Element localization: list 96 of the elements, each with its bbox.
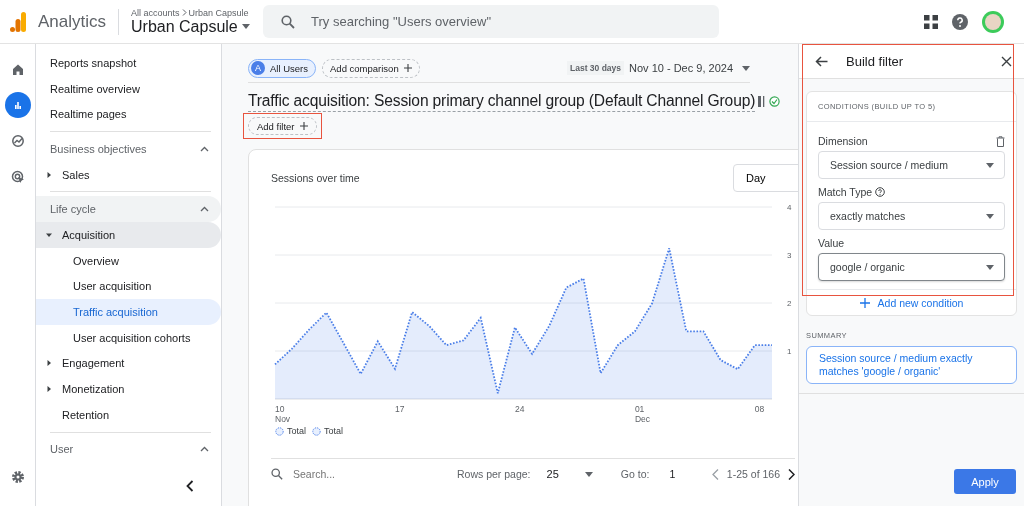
filter-summary: Session source / medium exactly matches 'google / organic'	[806, 346, 1017, 384]
field-label: Match Type	[818, 186, 873, 198]
rows-per-page-label: Rows per page:	[457, 468, 531, 480]
caret-icon	[742, 65, 750, 71]
chevron-up-icon[interactable]	[200, 206, 209, 213]
go-to-field[interactable]: 1	[669, 468, 676, 480]
caret-icon	[986, 162, 994, 168]
nav-link[interactable]: Realtime overview	[36, 75, 211, 102]
dropdown-field[interactable]: exactly matches	[818, 202, 1005, 230]
search-field[interactable]: Try searching "Users overview"	[309, 13, 694, 30]
y-axis-label: 2	[787, 299, 792, 308]
chevron-left-icon[interactable]	[186, 480, 194, 492]
nav-section-label: User	[50, 443, 74, 456]
segment-label: All Users	[270, 62, 308, 74]
nav-section-header[interactable]: Business objectives	[36, 136, 221, 162]
report-title: Traffic acquisition: Session primary channel group (Default Channel Group)	[248, 91, 756, 112]
x-axis-label: 17	[394, 404, 405, 414]
property-selector[interactable]: Urban Capsule	[131, 17, 254, 36]
card-title: Sessions over time	[271, 172, 360, 184]
dropdown-field[interactable]: Session source / medium	[818, 151, 1005, 179]
breadcrumb-link[interactable]: All accounts	[131, 7, 180, 18]
search-bar[interactable]: Try searching "Users overview"	[263, 5, 720, 38]
pagination-range: 1-25 of 166	[726, 468, 780, 480]
plus-icon	[859, 297, 870, 308]
nav-section-header[interactable]: User	[36, 436, 221, 463]
rows-per-page-dropdown[interactable]: 25	[546, 468, 593, 480]
y-axis-label: 3	[787, 251, 792, 260]
chevron-up-icon[interactable]	[200, 145, 209, 152]
nav-link[interactable]: Overview	[36, 247, 221, 274]
app-name: Analytics	[38, 11, 107, 32]
bar-chart-icon[interactable]	[4, 92, 31, 118]
apply-button[interactable]: Apply	[954, 469, 1016, 494]
y-axis-label: 4	[787, 203, 792, 212]
legend-marker-icon	[275, 426, 284, 436]
nav-link[interactable]: User acquisition	[36, 273, 221, 300]
legend-label: Total	[324, 426, 344, 436]
check-circle-icon[interactable]	[769, 96, 781, 107]
help-icon[interactable]	[875, 187, 886, 197]
go-to-label: Go to:	[620, 468, 650, 480]
nav-group[interactable]: Engagement	[36, 350, 221, 377]
nav-group[interactable]: Sales	[36, 161, 221, 188]
caret-icon	[986, 264, 994, 270]
legend-marker-icon	[312, 426, 321, 436]
chevron-up-icon[interactable]	[200, 446, 209, 453]
nav-section-label: Business objectives	[50, 142, 147, 155]
nav-link[interactable]: User acquisition cohorts	[36, 324, 221, 351]
segment-chip[interactable]: A All Users	[248, 58, 316, 78]
caret-right-icon	[46, 171, 52, 178]
interval-dropdown[interactable]: Day	[733, 164, 798, 192]
search-icon	[281, 14, 296, 29]
caret-icon	[241, 24, 250, 29]
breadcrumb-link[interactable]: Urban Capsule	[188, 7, 249, 18]
nav-group-label: Acquisition	[62, 228, 116, 241]
plus-icon	[299, 122, 308, 130]
field-label: Dimension	[818, 135, 868, 147]
x-axis-label: 01 Dec	[634, 404, 650, 424]
nav-group[interactable]: Acquisition	[36, 222, 221, 248]
field-label: Value	[818, 237, 845, 249]
chevron-right-icon[interactable]	[788, 468, 795, 480]
caret-down-icon	[46, 231, 52, 238]
close-icon[interactable]	[1001, 55, 1012, 67]
date-range-picker[interactable]: Nov 10 - Dec 9, 2024	[629, 62, 750, 74]
caret-right-icon	[46, 386, 52, 393]
panel-title: Build filter	[846, 53, 905, 69]
back-arrow-icon[interactable]	[815, 55, 828, 67]
x-axis-label: 08	[754, 404, 765, 414]
nav-link[interactable]: Traffic acquisition	[36, 299, 221, 325]
nav-group-label: Engagement	[62, 357, 125, 370]
nav-link[interactable]: Realtime pages	[36, 101, 211, 128]
caret-icon	[986, 213, 994, 219]
nav-link[interactable]: Reports snapshot	[36, 50, 211, 76]
apps-icon[interactable]	[924, 14, 938, 29]
nav-section-header[interactable]: Life cycle	[36, 196, 221, 223]
add-condition-button[interactable]: Add new condition	[807, 289, 1016, 315]
dropdown-field[interactable]: google / organic	[818, 253, 1005, 281]
search-icon	[271, 468, 283, 480]
nav-group-label: Sales	[62, 168, 90, 181]
x-axis-label: 24	[514, 404, 525, 414]
caret-icon	[584, 471, 593, 477]
delete-icon[interactable]	[996, 135, 1005, 147]
settings-icon[interactable]	[10, 470, 25, 484]
customize-chart-icon[interactable]	[758, 96, 767, 107]
analytics-logo	[10, 11, 26, 32]
y-axis-label: 1	[787, 347, 792, 356]
x-axis-label: 10 Nov	[275, 404, 291, 424]
caret-right-icon	[46, 360, 52, 367]
nav-item[interactable]: Retention	[36, 401, 221, 428]
nav-group-label: Monetization	[62, 383, 125, 396]
nav-group[interactable]: Monetization	[36, 376, 221, 402]
legend-label: Total	[287, 426, 306, 436]
date-preset-label: Last 30 days	[567, 61, 625, 75]
segment-avatar: A	[251, 61, 265, 75]
chevron-right-icon	[181, 9, 187, 16]
nav-section-label: Life cycle	[50, 203, 96, 216]
help-icon[interactable]	[952, 13, 968, 30]
plus-icon	[403, 64, 412, 72]
